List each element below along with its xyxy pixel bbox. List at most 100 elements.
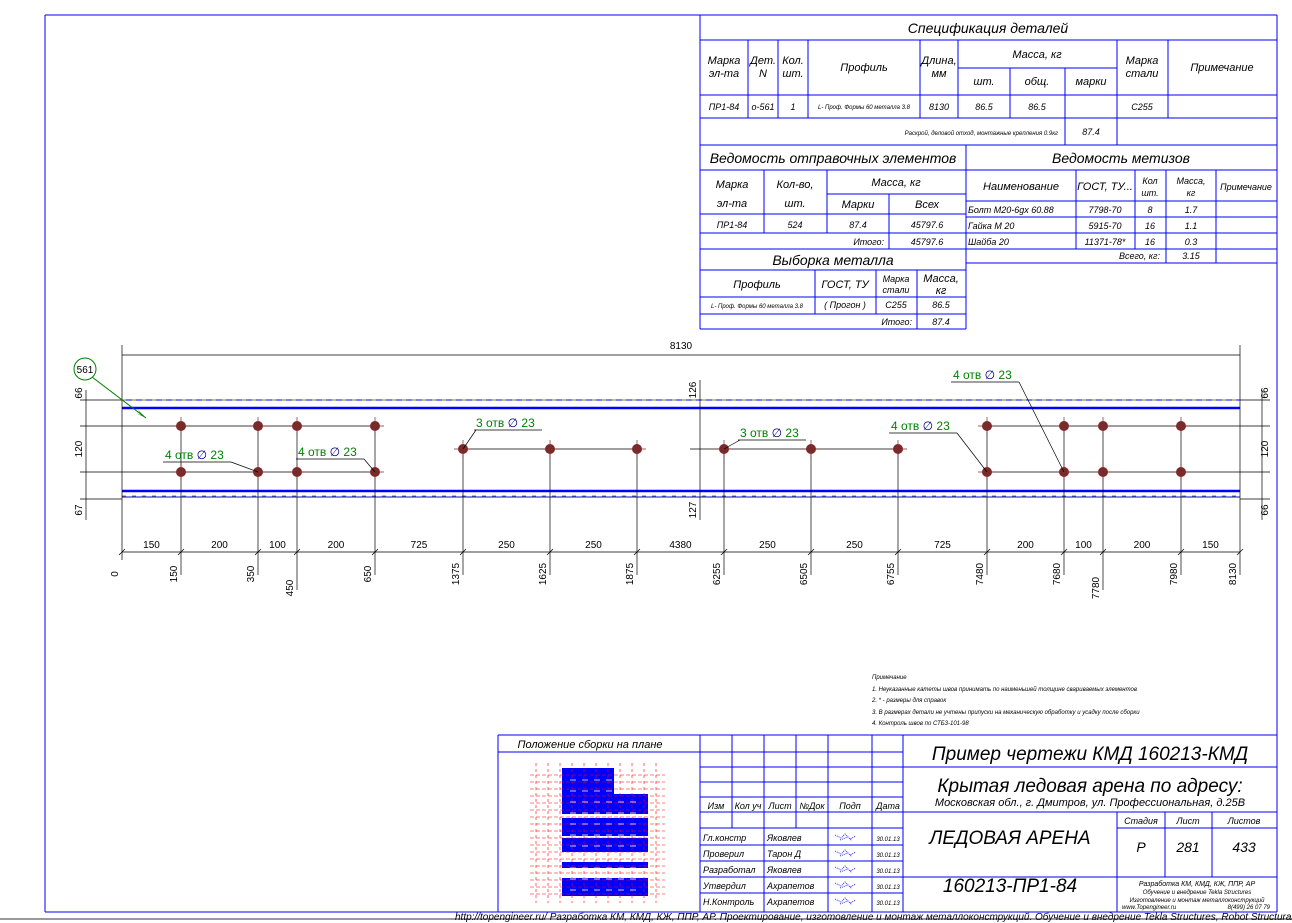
signer-role: Гл.констр <box>703 833 746 843</box>
spec-header: Профиль <box>840 62 888 74</box>
chain-dim-label: 250 <box>498 540 515 551</box>
plan-block <box>562 794 648 814</box>
callout-leader <box>363 458 376 473</box>
ordinate-label: 0 <box>110 571 121 577</box>
hardware-total-value: 3.15 <box>1182 251 1201 261</box>
shipping-cell: 45797.6 <box>911 220 944 230</box>
signer-date: 30.01.13 <box>876 853 900 859</box>
ordinate-label: 7780 <box>1091 576 1102 599</box>
ordinate-label: 8130 <box>1228 562 1239 585</box>
sheet-value: 281 <box>1175 839 1199 855</box>
ordinate-label: 1625 <box>538 562 549 585</box>
hardware-header: Кол <box>1142 176 1157 186</box>
hardware-header: Масса, <box>1176 176 1205 186</box>
callout-leader <box>230 461 259 473</box>
company-line: Разработка КМ, КМД, КЖ, ППР, АР <box>1139 880 1256 888</box>
shipping-cell: 524 <box>787 220 802 230</box>
spec-cell: ПР1-84 <box>709 102 740 112</box>
signer-date: 30.01.13 <box>876 837 900 843</box>
spec-header: мм <box>931 68 947 80</box>
object-address: Московская обл., г. Дмитров, ул. Професс… <box>935 797 1245 809</box>
spec-header: эл-та <box>709 68 739 80</box>
hole-callout: 4 отв ∅ 23 <box>165 448 224 462</box>
spec-header: Кол. <box>782 55 804 67</box>
callout-leader <box>956 432 988 473</box>
hardware-cell: 8 <box>1147 205 1152 215</box>
spec-header: Примечание <box>1190 62 1253 74</box>
plan-block <box>562 862 648 868</box>
signature <box>834 897 857 906</box>
hardware-cell: 16 <box>1145 237 1155 247</box>
bolt-hole <box>176 421 186 431</box>
note-item: 1. Неуказанные катеты швов принимать по … <box>872 686 1137 693</box>
metal-cell: С255 <box>885 300 908 310</box>
metal-cell: L- Проф. Формы 60 металла 3.8 <box>711 304 804 310</box>
bolt-hole <box>1176 421 1186 431</box>
hardware-cell: 7798-70 <box>1088 205 1121 215</box>
hole-callout: 4 отв ∅ 23 <box>891 419 950 433</box>
chain-dim-label: 250 <box>585 540 602 551</box>
footer-text: http://topengineer.ru/ Разработка КМ, КМ… <box>455 911 1292 923</box>
bolt-hole <box>292 421 302 431</box>
bolt-hole <box>1059 421 1069 431</box>
spec-cell: о-561 <box>751 102 774 112</box>
change-header: Кол уч <box>735 801 762 811</box>
shipping-header: Марки <box>842 199 875 211</box>
hardware-title: Ведомость метизов <box>1052 150 1190 166</box>
signer-role: Н.Контроль <box>703 897 755 907</box>
spec-header: Марка <box>1126 55 1159 67</box>
chain-dim-label: 150 <box>143 540 160 551</box>
chain-dim-label: 4380 <box>669 540 692 551</box>
hole-callout: 4 отв ∅ 23 <box>953 368 1012 382</box>
signature <box>834 849 857 858</box>
ordinate-label: 350 <box>246 565 257 582</box>
metal-header: стали <box>883 285 910 295</box>
ordinate-label: 6505 <box>799 562 810 585</box>
ordinate-label: 650 <box>363 565 374 582</box>
shipping-header: шт. <box>784 198 805 210</box>
bolt-hole <box>632 444 642 454</box>
hardware-total-label: Всего, кг: <box>1119 251 1161 261</box>
hole-callout: 4 отв ∅ 23 <box>298 445 357 459</box>
metal-cell: 86.5 <box>932 300 951 310</box>
plan-block <box>562 818 648 836</box>
spec-footer-label: Раскрой, деловой отход, монтажные крепле… <box>905 130 1058 137</box>
hardware-header: Наименование <box>983 181 1059 193</box>
hardware-cell: 16 <box>1145 221 1155 231</box>
signer-role: Разработал <box>703 865 755 875</box>
bolt-hole <box>982 421 992 431</box>
left-dim-label: 67 <box>74 504 85 516</box>
metal-table: Выборка металла Профиль ГОСТ, ТУ Марка с… <box>700 252 966 330</box>
ordinate-label: 7480 <box>975 562 986 585</box>
shipping-cell: 87.4 <box>849 220 867 230</box>
shipping-total-label: Итого: <box>853 237 884 247</box>
hole-callout: 3 отв ∅ 23 <box>740 426 799 440</box>
plan-block <box>562 768 614 794</box>
ordinate-label: 7680 <box>1052 562 1063 585</box>
plan-title: Положение сборки на плане <box>517 739 662 751</box>
bolt-hole <box>893 444 903 454</box>
company-line: Обучение и внедрение Tekla Structures <box>1143 890 1251 896</box>
spec-header: шт. <box>782 68 803 80</box>
change-header: №Док <box>799 801 825 811</box>
metal-header: Профиль <box>733 279 781 291</box>
signer-role: Проверил <box>703 849 744 859</box>
shipping-cell: ПР1-84 <box>717 220 748 230</box>
bolt-hole <box>253 421 263 431</box>
hardware-cell: Гайка М 20 <box>968 221 1014 231</box>
spec-table: Спецификация деталей Марка эл-та Дет. N … <box>699 15 1277 146</box>
spec-header: общ. <box>1025 76 1050 88</box>
ordinate-label: 150 <box>169 565 180 582</box>
bolt-hole <box>1176 467 1186 477</box>
change-header: Подп <box>839 801 861 811</box>
chain-dim-label: 725 <box>934 540 951 551</box>
ordinate-label: 1875 <box>625 562 636 585</box>
chain-dim-label: 150 <box>1202 540 1219 551</box>
spec-header: шт. <box>973 76 994 88</box>
signer-date: 30.01.13 <box>876 885 900 891</box>
plan-thumbnail <box>530 763 665 903</box>
note-item: 4. Контроль швов по СТБ3-101-98 <box>872 721 969 727</box>
metal-total-value: 87.4 <box>932 317 950 327</box>
metal-header: ГОСТ, ТУ <box>821 279 869 291</box>
left-dim-label: 120 <box>74 440 85 457</box>
